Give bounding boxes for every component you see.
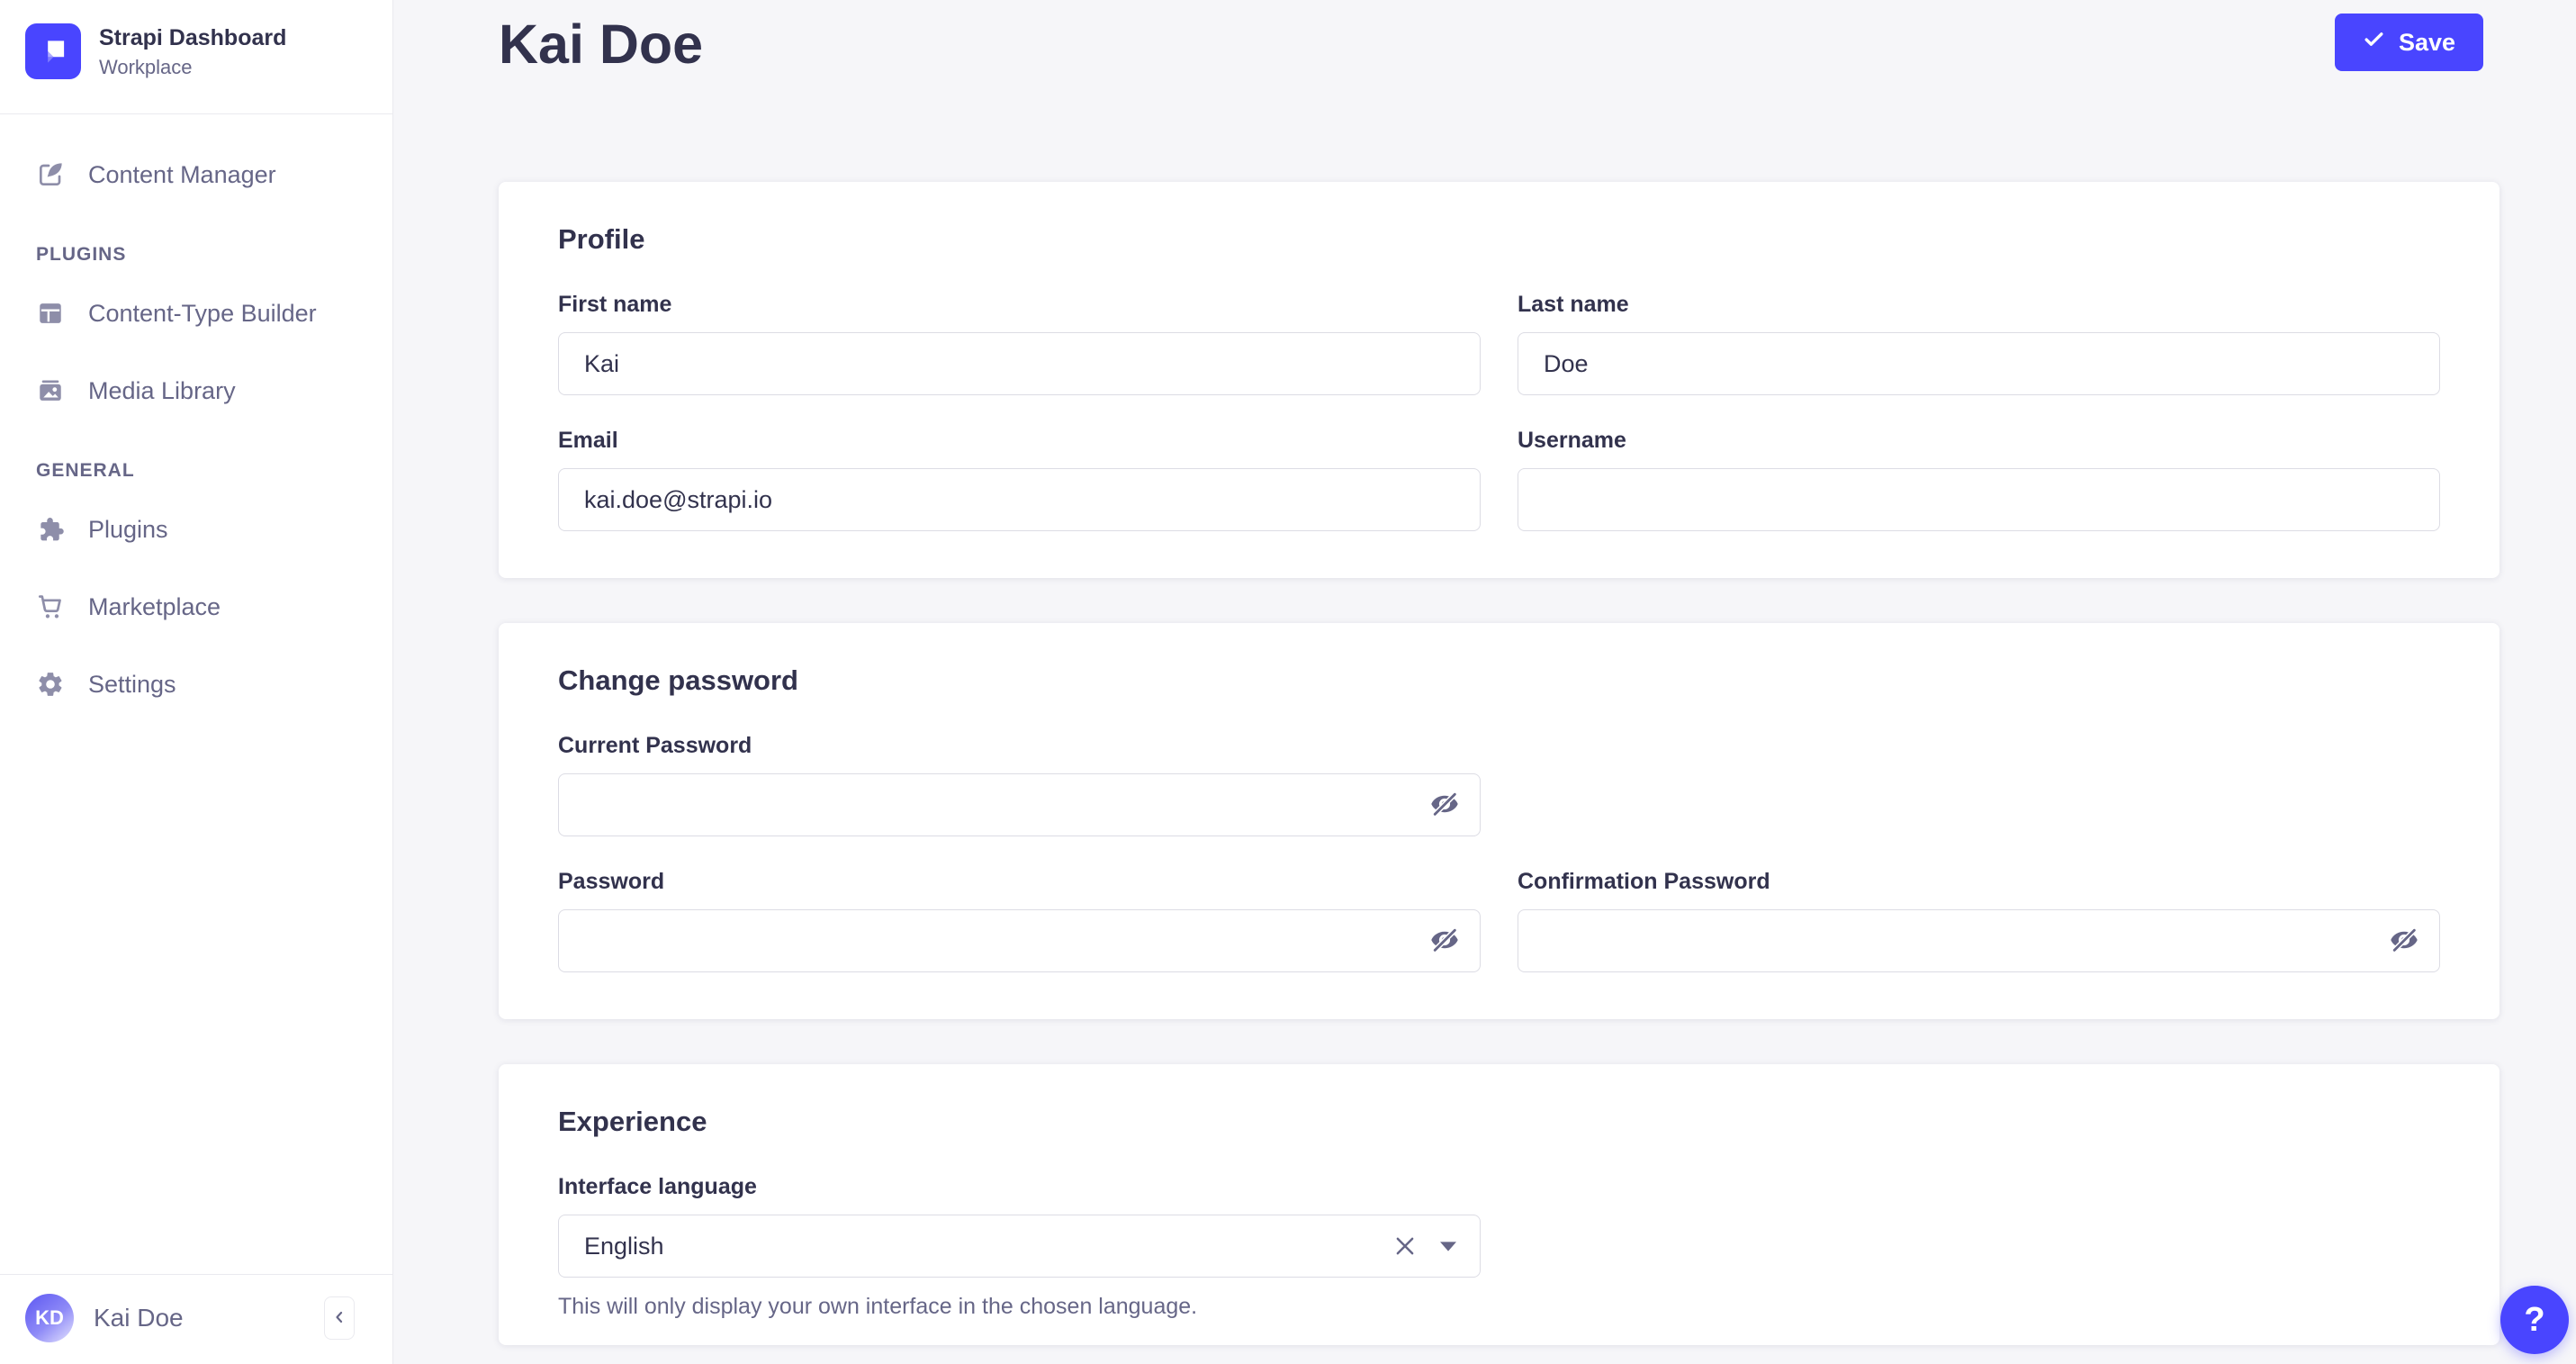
content-type-builder-icon [36, 299, 65, 328]
sidebar: Strapi Dashboard Workplace Content Manag… [0, 0, 393, 1364]
interface-language-value: English [584, 1233, 1390, 1260]
interface-language-hint: This will only display your own interfac… [558, 1294, 1481, 1320]
toggle-new-password-visibility-button[interactable] [1427, 923, 1463, 959]
workspace-subtitle: Workplace [99, 56, 286, 79]
plugins-icon [36, 515, 65, 544]
confirmation-password-input[interactable] [1518, 909, 2440, 972]
username-label: Username [1518, 428, 2440, 454]
sidebar-item-label: Content Manager [88, 161, 276, 189]
toggle-confirmation-password-visibility-button[interactable] [2386, 923, 2422, 959]
profile-card: Profile First name Last name Email [499, 182, 2499, 578]
workspace-title: Strapi Dashboard [99, 24, 286, 51]
sidebar-item-content-type-builder[interactable]: Content-Type Builder [0, 275, 392, 352]
marketplace-icon [36, 592, 65, 621]
username-field-group: Username [1518, 428, 2440, 531]
question-mark-icon: ? [2524, 1301, 2544, 1340]
last-name-input[interactable] [1518, 332, 2440, 395]
experience-grid: Interface language English This will onl… [558, 1174, 2440, 1320]
user-name: Kai Doe [94, 1304, 304, 1332]
last-name-field-group: Last name [1518, 292, 2440, 395]
brand-text: Strapi Dashboard Workplace [99, 24, 286, 79]
experience-card: Experience Interface language English [499, 1064, 2499, 1345]
sidebar-item-marketplace[interactable]: Marketplace [0, 568, 392, 646]
user-row: KD Kai Doe [0, 1275, 392, 1364]
first-name-field-group: First name [558, 292, 1481, 395]
change-password-card: Change password Current Password [499, 623, 2499, 1019]
save-button-label: Save [2399, 29, 2455, 57]
interface-language-field-group: Interface language English This will onl… [558, 1174, 1481, 1320]
eye-off-icon [2389, 925, 2419, 958]
eye-off-icon [1429, 925, 1460, 958]
clear-selection-icon[interactable] [1390, 1231, 1420, 1261]
sidebar-item-label: Settings [88, 671, 176, 699]
current-password-input[interactable] [558, 773, 1481, 836]
save-button[interactable]: Save [2335, 14, 2483, 71]
profile-card-title: Profile [558, 223, 2440, 256]
page-title: Kai Doe [499, 13, 703, 76]
email-input[interactable] [558, 468, 1481, 531]
sidebar-section-general-label: GENERAL [0, 460, 392, 482]
current-password-label: Current Password [558, 733, 1481, 759]
eye-off-icon [1429, 789, 1460, 822]
sidebar-item-label: Content-Type Builder [88, 300, 317, 328]
interface-language-select[interactable]: English [558, 1215, 1481, 1278]
email-field-group: Email [558, 428, 1481, 531]
sidebar-item-label: Marketplace [88, 593, 221, 621]
strapi-app: Strapi Dashboard Workplace Content Manag… [0, 0, 2576, 1364]
last-name-label: Last name [1518, 292, 2440, 318]
sidebar-item-label: Media Library [88, 377, 236, 405]
new-password-input[interactable] [558, 909, 1481, 972]
sidebar-footer: KD Kai Doe [0, 1274, 392, 1364]
sidebar-item-plugins[interactable]: Plugins [0, 491, 392, 568]
chevron-left-icon [330, 1308, 348, 1329]
caret-down-icon[interactable] [1440, 1242, 1456, 1251]
sidebar-nav: Content Manager PLUGINS Content-Type Bui… [0, 114, 392, 723]
settings-gear-icon [36, 670, 65, 699]
help-button[interactable]: ? [2500, 1286, 2569, 1354]
sidebar-item-label: Plugins [88, 516, 168, 544]
check-icon [2363, 28, 2385, 57]
sidebar-item-settings[interactable]: Settings [0, 646, 392, 723]
new-password-field-group: Password [558, 869, 1481, 972]
page-header: Kai Doe Save [499, 13, 2499, 76]
current-password-field-group: Current Password [558, 733, 1481, 836]
toggle-current-password-visibility-button[interactable] [1427, 787, 1463, 823]
media-library-icon [36, 376, 65, 405]
confirmation-password-label: Confirmation Password [1518, 869, 2440, 895]
password-grid-spacer [1518, 733, 2440, 836]
collapse-sidebar-button[interactable] [324, 1296, 355, 1340]
workspace-brand[interactable]: Strapi Dashboard Workplace [0, 0, 392, 113]
content-manager-icon [36, 160, 65, 189]
main-content: Kai Doe Save Profile First name [393, 0, 2576, 1364]
change-password-card-title: Change password [558, 664, 2440, 697]
first-name-label: First name [558, 292, 1481, 318]
sidebar-item-content-manager[interactable]: Content Manager [0, 136, 392, 213]
sidebar-item-media-library[interactable]: Media Library [0, 352, 392, 429]
experience-card-title: Experience [558, 1106, 2440, 1138]
email-label: Email [558, 428, 1481, 454]
sidebar-section-plugins-label: PLUGINS [0, 244, 392, 266]
avatar[interactable]: KD [25, 1294, 74, 1342]
new-password-label: Password [558, 869, 1481, 895]
confirmation-password-field-group: Confirmation Password [1518, 869, 2440, 972]
first-name-input[interactable] [558, 332, 1481, 395]
interface-language-label: Interface language [558, 1174, 1481, 1200]
strapi-logo-icon [25, 23, 81, 79]
username-input[interactable] [1518, 468, 2440, 531]
password-grid: Current Password [558, 733, 2440, 972]
profile-grid: First name Last name Email [558, 292, 2440, 531]
